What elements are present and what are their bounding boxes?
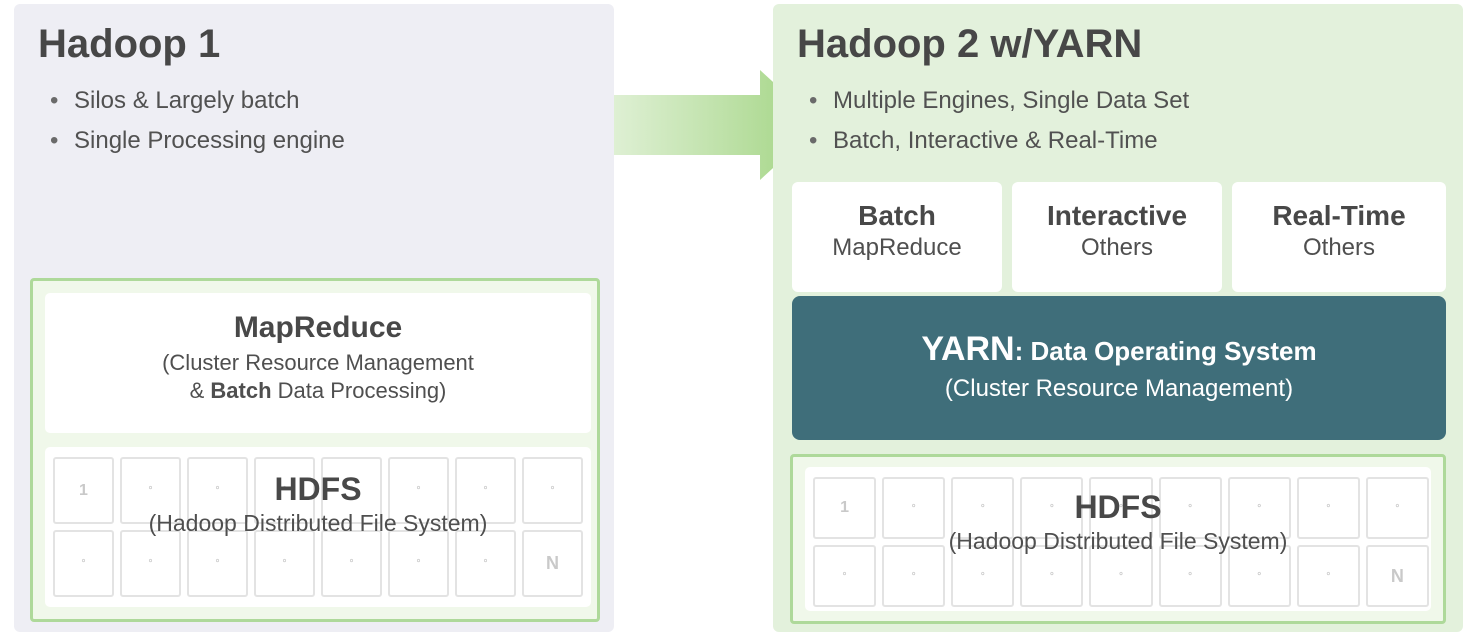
mapreduce-box: MapReduce (Cluster Resource Management &… xyxy=(45,293,591,433)
engine-sub: MapReduce xyxy=(792,232,1002,262)
engine-heading: Interactive xyxy=(1012,200,1222,232)
hdfs-titles: HDFS (Hadoop Distributed File System) xyxy=(805,489,1431,555)
hdfs-heading: HDFS xyxy=(805,489,1431,526)
hadoop2-title: Hadoop 2 w/YARN xyxy=(773,4,1463,67)
hdfs-titles: HDFS (Hadoop Distributed File System) xyxy=(45,471,591,537)
engine-realtime-box: Real-Time Others xyxy=(1232,182,1446,292)
hdfs-heading: HDFS xyxy=(45,471,591,508)
hdfs-node-tile: ° xyxy=(120,530,181,597)
hadoop1-stack: MapReduce (Cluster Resource Management &… xyxy=(30,278,600,622)
mapreduce-heading: MapReduce xyxy=(45,311,591,345)
mapreduce-sub: (Cluster Resource Management & Batch Dat… xyxy=(45,345,591,405)
hadoop2-bullet: Multiple Engines, Single Data Set xyxy=(833,81,1463,121)
engine-heading: Batch xyxy=(792,200,1002,232)
hdfs-node-tile: ° xyxy=(388,530,449,597)
hadoop2-hdfs-stack: HDFS (Hadoop Distributed File System) 1°… xyxy=(790,454,1446,624)
hadoop1-bullet: Single Processing engine xyxy=(74,121,614,161)
yarn-bar: YARN: Data Operating System (Cluster Res… xyxy=(792,296,1446,440)
hdfs-node-tile: ° xyxy=(53,530,114,597)
hdfs-box: HDFS (Hadoop Distributed File System) 1°… xyxy=(805,467,1431,611)
engine-sub: Others xyxy=(1012,232,1222,262)
hadoop2-bullet: Batch, Interactive & Real-Time xyxy=(833,121,1463,161)
hdfs-node-tile: ° xyxy=(254,530,315,597)
yarn-heading: YARN: Data Operating System xyxy=(792,330,1446,369)
hadoop2-bullets: Multiple Engines, Single Data Set Batch,… xyxy=(773,67,1463,161)
hdfs-sub: (Hadoop Distributed File System) xyxy=(805,526,1431,555)
hdfs-node-tile: ° xyxy=(455,530,516,597)
hadoop1-title: Hadoop 1 xyxy=(14,4,614,67)
hadoop1-bullet: Silos & Largely batch xyxy=(74,81,614,121)
hdfs-box: HDFS (Hadoop Distributed File System) 1°… xyxy=(45,447,591,607)
yarn-sub: (Cluster Resource Management) xyxy=(792,369,1446,403)
hdfs-node-tile: ° xyxy=(321,530,382,597)
hdfs-sub: (Hadoop Distributed File System) xyxy=(45,508,591,537)
hdfs-node-tile: ° xyxy=(187,530,248,597)
engine-batch-box: Batch MapReduce xyxy=(792,182,1002,292)
hadoop1-bullets: Silos & Largely batch Single Processing … xyxy=(14,67,614,161)
engine-sub: Others xyxy=(1232,232,1446,262)
engine-interactive-box: Interactive Others xyxy=(1012,182,1222,292)
engine-heading: Real-Time xyxy=(1232,200,1446,232)
hdfs-node-tile: N xyxy=(522,530,583,597)
